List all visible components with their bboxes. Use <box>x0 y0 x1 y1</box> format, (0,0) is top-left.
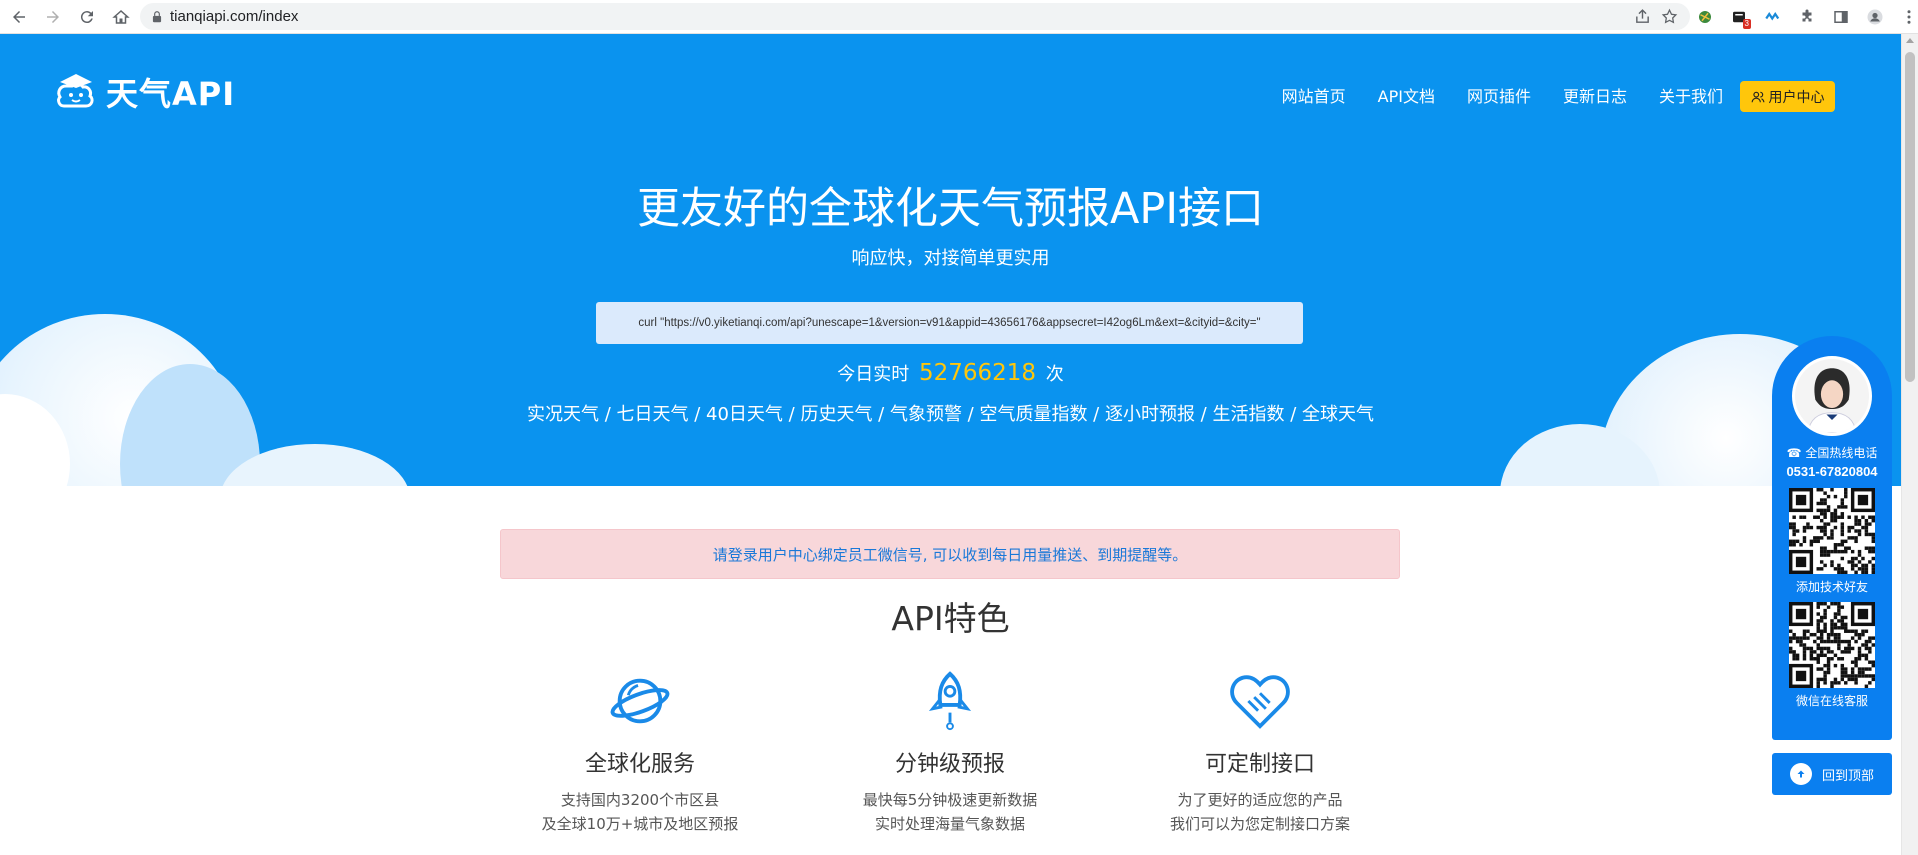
browser-menu-button[interactable] <box>1894 2 1918 32</box>
home-icon <box>112 9 130 24</box>
hotline-number: 0531-67820804 <box>1786 464 1878 479</box>
arrow-up-icon <box>1789 763 1812 785</box>
users-icon <box>1751 91 1764 102</box>
counter-prefix: 今日实时 <box>837 364 910 385</box>
share-icon[interactable] <box>1634 8 1651 25</box>
alert-text: 请登录用户中心绑定员工微信号, 可以收到每日用量推送、到期提醒等。 <box>712 545 1188 564</box>
qr-code-icon <box>1789 488 1875 574</box>
feature-title: 分钟级预报 <box>894 752 1005 777</box>
side-panel-button[interactable] <box>1826 2 1856 32</box>
hotline-label: ☎ 全国热线电话 <box>1786 446 1878 460</box>
hero-feature-list: 实况天气 / 七日天气 / 40日天气 / 历史天气 / 气象预警 / 空气质量… <box>527 404 1374 425</box>
forward-button[interactable] <box>38 2 68 32</box>
scroll-thumb[interactable] <box>1905 52 1915 382</box>
back-to-top-button[interactable]: 回到顶部 <box>1772 753 1892 795</box>
extension-notes[interactable]: 3 <box>1724 2 1754 32</box>
back-to-top-label: 回到顶部 <box>1821 768 1874 784</box>
wechat-binding-alert: 请登录用户中心绑定员工微信号, 可以收到每日用量推送、到期提醒等。 <box>500 529 1400 579</box>
curl-example-box[interactable]: curl "https://v0.yiketianqi.com/api?unes… <box>596 302 1303 344</box>
counter-suffix: 次 <box>1045 364 1064 385</box>
browser-toolbar: tianqiapi.com/index 3 <box>0 0 1918 34</box>
feature-title: 可定制接口 <box>1204 752 1315 777</box>
hero-banner: 天气API 网站首页 API文档 网页插件 更新日志 关于我们 用户中心 更友好… <box>0 34 1901 486</box>
profile-button[interactable] <box>1860 2 1890 32</box>
wechat-service-qr-code <box>1789 602 1875 688</box>
kebab-menu-icon <box>1907 10 1911 24</box>
star-icon[interactable] <box>1661 8 1678 25</box>
request-counter: 今日实时 52766218 次 <box>0 360 1901 386</box>
extension-globe[interactable] <box>1690 2 1720 32</box>
logo-text: 天气API <box>106 75 236 113</box>
nav-api-docs[interactable]: API文档 <box>1378 83 1435 107</box>
nav-about-us[interactable]: 关于我们 <box>1659 83 1723 107</box>
planet-icon <box>610 678 670 724</box>
hero-title: 更友好的全球化天气预报API接口 <box>636 184 1265 234</box>
feature-custom-api: 可定制接口 为了更好的适应您的产品 我们可以为您定制接口方案 <box>1110 670 1410 836</box>
page-scrollbar[interactable] <box>1901 34 1918 855</box>
nav-home[interactable]: 网站首页 <box>1282 83 1346 107</box>
qr-code-icon <box>1789 602 1875 688</box>
qr2-label: 微信在线客服 <box>1795 694 1868 708</box>
lock-icon <box>152 10 162 22</box>
arrow-right-icon <box>47 10 59 23</box>
hero-subtitle: 响应快，对接简单更实用 <box>851 248 1050 269</box>
reload-button[interactable] <box>72 2 102 32</box>
feature-description: 为了更好的适应您的产品 我们可以为您定制接口方案 <box>1169 791 1350 833</box>
home-button[interactable] <box>106 2 136 32</box>
address-bar[interactable]: tianqiapi.com/index <box>140 3 1690 30</box>
feature-global-service: 全球化服务 支持国内3200个市区县 及全球10万+城市及地区预报 <box>490 670 790 836</box>
features-section-title: API特色 <box>891 599 1010 638</box>
heart-handshake-icon <box>1230 675 1290 729</box>
reload-icon <box>80 10 93 23</box>
tech-friend-qr-code <box>1789 488 1875 574</box>
feature-description: 最快每5分钟极速更新数据 实时处理海量气象数据 <box>862 791 1038 833</box>
rocket-icon <box>928 671 972 731</box>
agent-portrait-icon <box>1795 359 1869 433</box>
globe-extension-icon <box>1699 11 1711 23</box>
extensions-area: 3 <box>1690 2 1918 32</box>
side-panel-icon <box>1834 11 1848 23</box>
wave-extension-icon <box>1765 11 1780 21</box>
user-center-label: 用户中心 <box>1768 89 1825 106</box>
feature-minute-forecast: 分钟级预报 最快每5分钟极速更新数据 实时处理海量气象数据 <box>800 670 1100 836</box>
scroll-up-arrow-icon[interactable] <box>1906 38 1914 43</box>
puzzle-icon <box>1802 9 1812 22</box>
nav-changelog[interactable]: 更新日志 <box>1563 83 1627 107</box>
user-center-button[interactable]: 用户中心 <box>1740 81 1835 112</box>
counter-value: 52766218 <box>918 360 1037 386</box>
site-logo[interactable]: 天气API <box>52 68 235 116</box>
nav-web-plugins[interactable]: 网页插件 <box>1467 83 1531 107</box>
top-navigation: 网站首页 API文档 网页插件 更新日志 关于我们 <box>1282 80 1755 110</box>
address-url[interactable]: tianqiapi.com/index <box>170 8 298 25</box>
extensions-button[interactable] <box>1792 2 1822 32</box>
feature-description: 支持国内3200个市区县 及全球10万+城市及地区预报 <box>541 791 739 833</box>
phone-icon: ☎ <box>1786 446 1802 460</box>
profile-icon <box>1867 9 1883 25</box>
support-agent-avatar <box>1792 356 1872 436</box>
extension-blue[interactable] <box>1758 2 1788 32</box>
curl-example-text[interactable]: curl "https://v0.yiketianqi.com/api?unes… <box>638 317 1260 329</box>
cloud-mascot-icon <box>57 74 94 108</box>
feature-title: 全球化服务 <box>584 752 695 777</box>
extension-badge: 3 <box>1742 19 1751 29</box>
qr1-label: 添加技术好友 <box>1795 580 1868 594</box>
back-button[interactable] <box>4 2 34 32</box>
arrow-left-icon <box>13 10 25 23</box>
contact-side-panel: ☎ 全国热线电话 0531-67820804 添加技术好友 微信在线客服 <box>1772 336 1892 740</box>
